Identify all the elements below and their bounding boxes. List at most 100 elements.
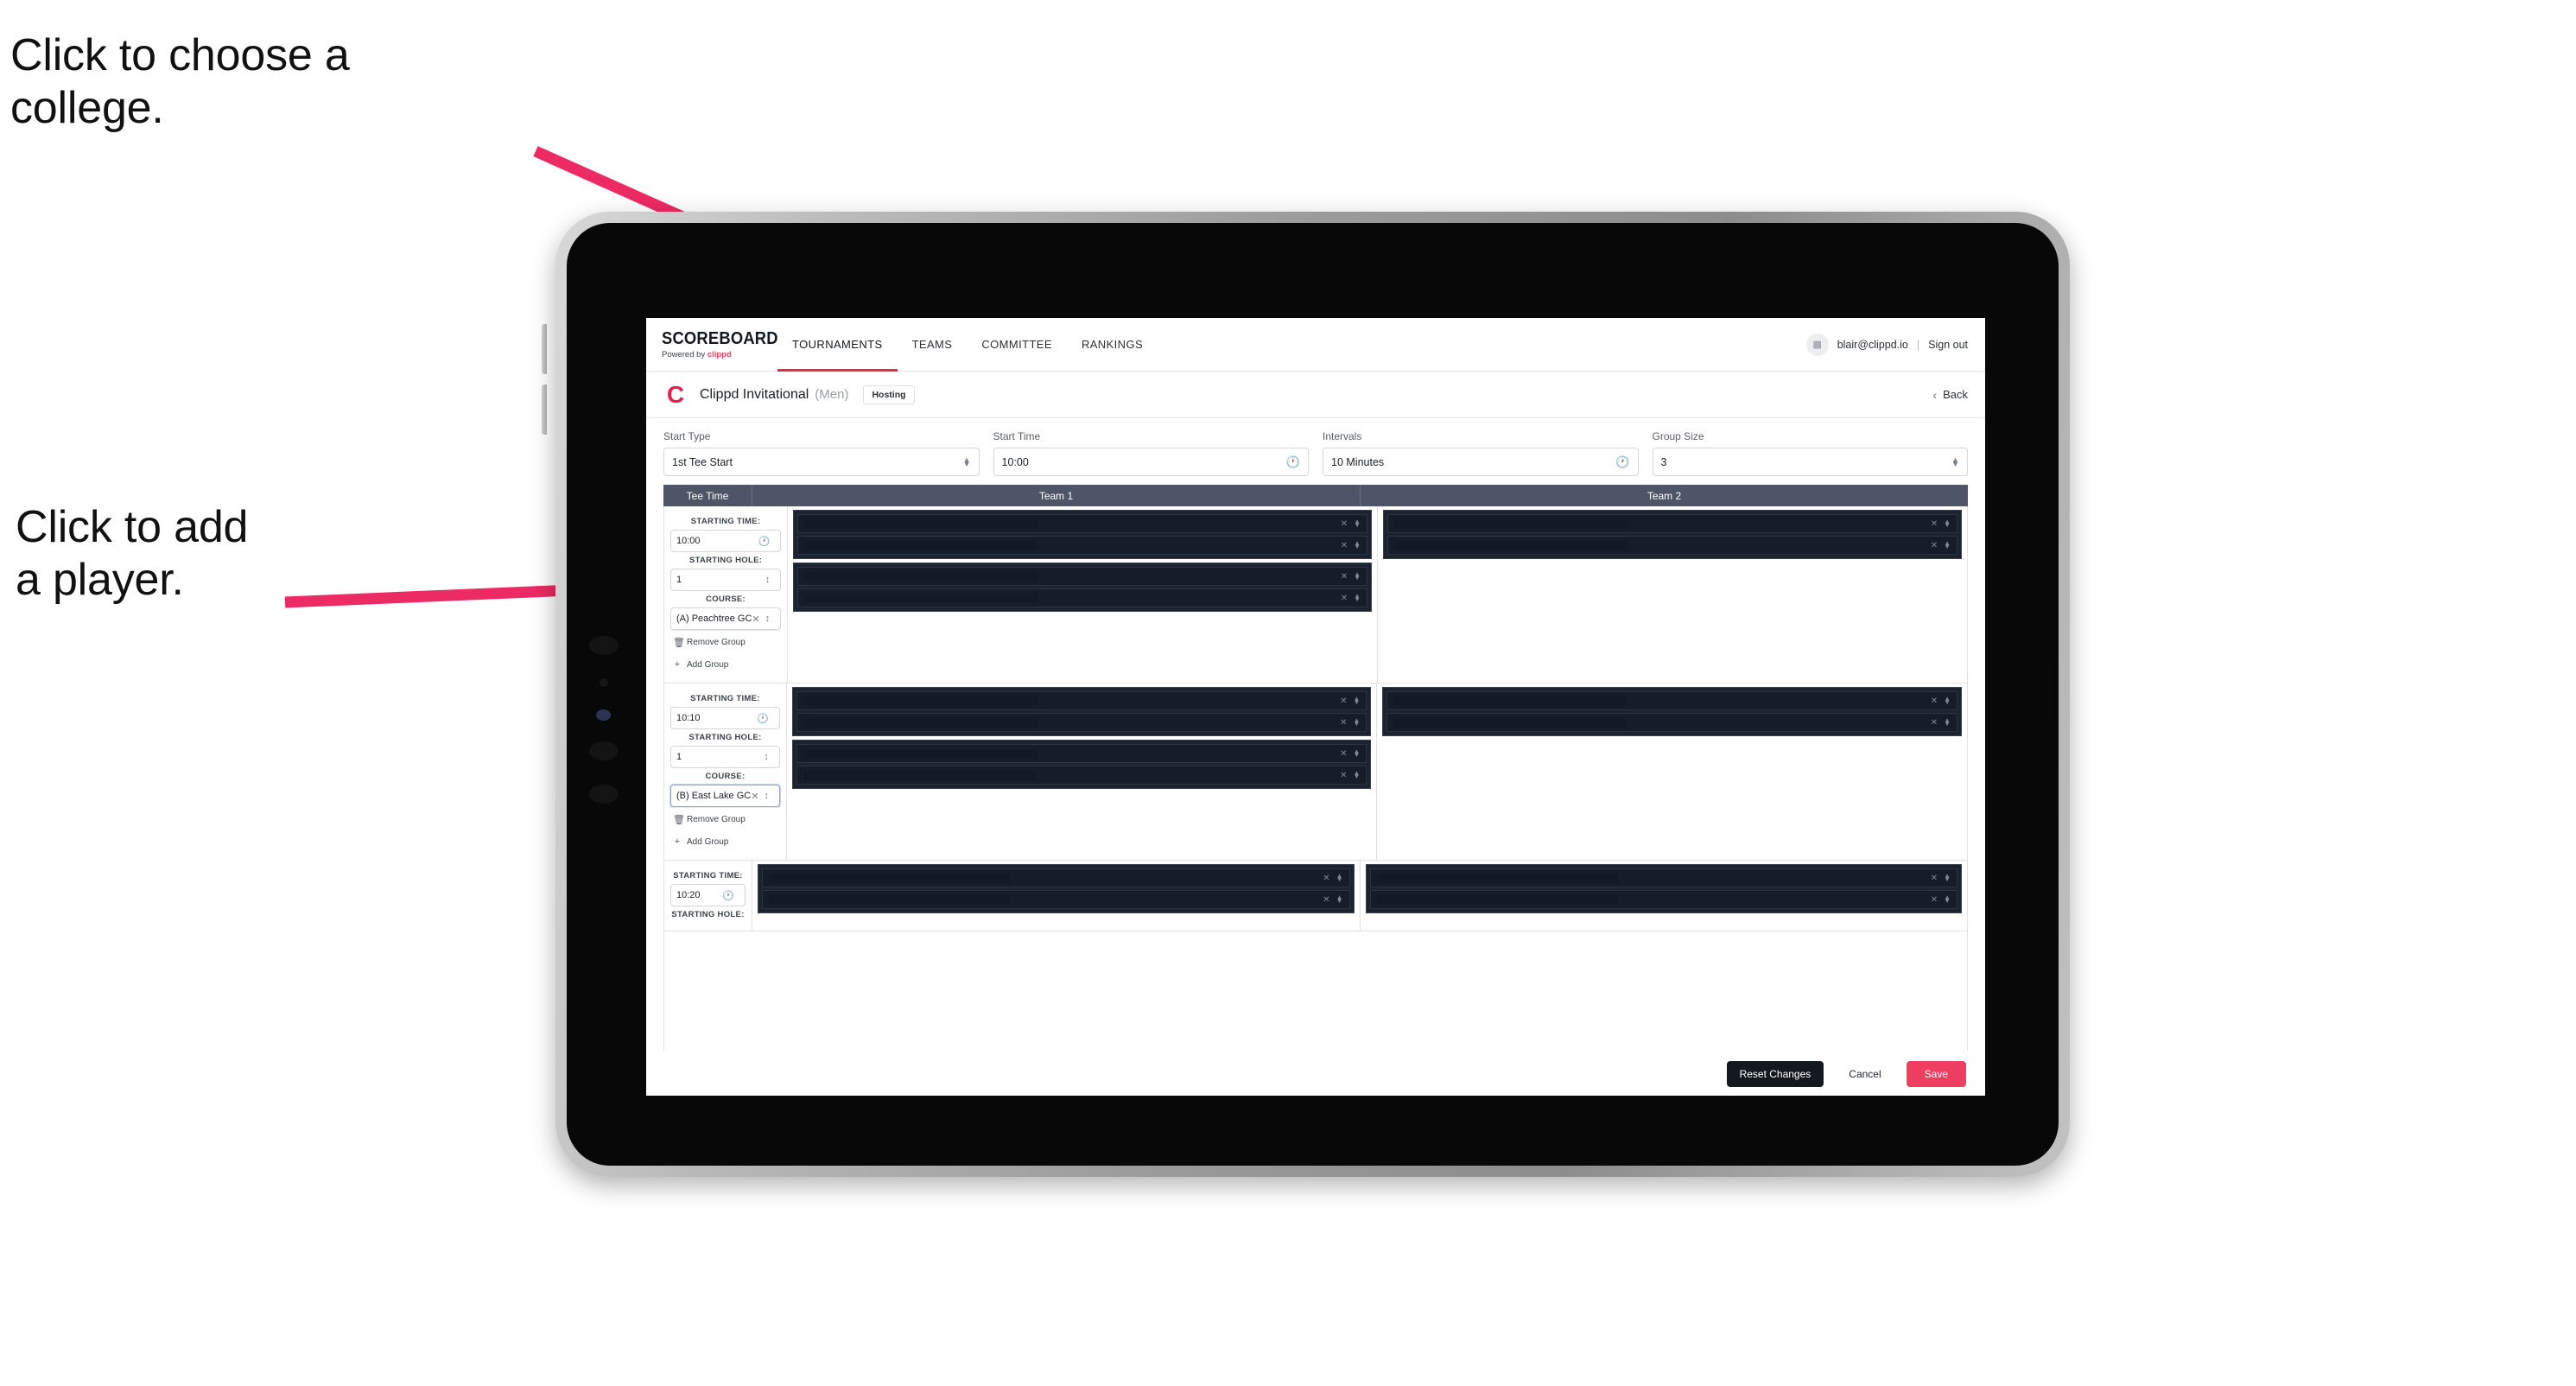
player-slot[interactable]: ✕ ▲ ▼ xyxy=(1387,536,1958,555)
starting-time-input[interactable]: 10:10 🕐 xyxy=(670,707,780,729)
volume-down-button[interactable] xyxy=(542,385,547,435)
start-time-input[interactable]: 10:00 🕐 xyxy=(993,448,1309,476)
stepper-icon[interactable]: ▲ ▼ xyxy=(963,455,971,467)
stepper-icon[interactable]: ▲ ▼ xyxy=(1354,696,1361,706)
nav-item-tournaments[interactable]: TOURNAMENTS xyxy=(777,318,898,372)
starting-time-input[interactable]: 10:00 🕐 xyxy=(670,530,782,552)
player-slot[interactable]: ✕ ▲ ▼ xyxy=(762,890,1350,909)
course-select[interactable]: (A) Peachtree GC ✕ ↕ xyxy=(670,607,782,630)
clock-icon[interactable]: 🕐 xyxy=(757,713,769,724)
player-slot[interactable]: ✕ ▲ ▼ xyxy=(797,588,1368,607)
player-slot[interactable]: ✕ ▲ ▼ xyxy=(797,567,1368,586)
stepper-icon[interactable]: ▲ ▼ xyxy=(1944,894,1951,905)
nav-item-committee[interactable]: COMMITTEE xyxy=(967,318,1067,371)
stepper-icon[interactable]: ▲ ▼ xyxy=(1354,770,1361,780)
avatar[interactable]: ▩ xyxy=(1805,333,1829,356)
group-size-stepper[interactable]: 3 ▲ ▼ xyxy=(1652,448,1968,476)
player-slot[interactable]: ✕ ▲ ▼ xyxy=(1386,713,1958,732)
close-x-icon[interactable]: ✕ xyxy=(1931,895,1938,905)
intervals-input[interactable]: 10 Minutes 🕐 xyxy=(1323,448,1639,476)
back-button[interactable]: ‹ Back xyxy=(1932,388,1968,402)
close-x-icon[interactable]: ✕ xyxy=(1323,874,1329,883)
cancel-button[interactable]: Cancel xyxy=(1836,1060,1894,1087)
brand-wordmark: SCOREBOARD xyxy=(662,328,778,348)
add-group-button[interactable]: + Add Group xyxy=(670,830,780,852)
scoreboard-logo[interactable]: SCOREBOARD Powered by clippd xyxy=(646,318,778,371)
close-x-icon[interactable]: ✕ xyxy=(751,791,758,802)
player-slot[interactable]: ✕ ▲ ▼ xyxy=(796,691,1367,710)
starting-hole-value: 1 xyxy=(676,575,682,585)
stepper-icon[interactable]: ▲ ▼ xyxy=(1354,571,1361,582)
stepper-icon[interactable]: ↕ xyxy=(764,791,769,801)
stepper-icon[interactable]: ▲ ▼ xyxy=(1354,593,1361,603)
close-x-icon[interactable]: ✕ xyxy=(1341,519,1348,529)
volume-up-button[interactable] xyxy=(542,324,547,374)
sign-out-link[interactable]: Sign out xyxy=(1928,339,1968,351)
reset-changes-button[interactable]: Reset Changes xyxy=(1726,1060,1824,1087)
start-type-select[interactable]: 1st Tee Start ▲ ▼ xyxy=(663,448,980,476)
close-x-icon[interactable]: ✕ xyxy=(1931,696,1938,706)
clock-icon[interactable]: 🕐 xyxy=(722,890,734,901)
player-slot[interactable]: ✕ ▲ ▼ xyxy=(1369,890,1957,909)
player-slot[interactable]: ✕ ▲ ▼ xyxy=(797,514,1368,533)
brand-tagline-accent: clippd xyxy=(707,349,732,359)
close-x-icon[interactable]: ✕ xyxy=(752,614,759,625)
starting-time-input[interactable]: 10:20 🕐 xyxy=(670,884,746,906)
close-x-icon[interactable]: ✕ xyxy=(1340,749,1347,759)
stepper-icon[interactable]: ▲ ▼ xyxy=(1336,894,1343,905)
player-slot[interactable]: ✕ ▲ ▼ xyxy=(797,536,1368,555)
table-row: STARTING TIME: 10:10 🕐 STARTING HOLE: 1 ↕ COUR… xyxy=(664,683,1967,861)
clock-icon[interactable]: 🕐 xyxy=(1286,455,1300,469)
remove-group-button[interactable]: 🗑 Remove Group xyxy=(670,807,780,830)
stepper-icon[interactable]: ▲ ▼ xyxy=(1944,518,1951,529)
player-slot[interactable]: ✕ ▲ ▼ xyxy=(1387,514,1958,533)
save-button[interactable]: Save xyxy=(1906,1060,1966,1087)
player-slot[interactable]: ✕ ▲ ▼ xyxy=(796,744,1367,763)
player-group: ✕ ▲ ▼ ✕ ▲ ▼ xyxy=(1382,687,1963,736)
close-x-icon[interactable]: ✕ xyxy=(1931,718,1938,728)
stepper-icon[interactable]: ▲ ▼ xyxy=(1354,540,1361,550)
stepper-icon[interactable]: ▲ ▼ xyxy=(1354,717,1361,728)
close-x-icon[interactable]: ✕ xyxy=(1341,541,1348,550)
close-x-icon[interactable]: ✕ xyxy=(1931,541,1938,550)
stepper-icon[interactable]: ▲ ▼ xyxy=(1354,518,1361,529)
player-slot[interactable]: ✕ ▲ ▼ xyxy=(1386,691,1958,710)
close-x-icon[interactable]: ✕ xyxy=(1341,594,1348,603)
clock-icon[interactable]: 🕐 xyxy=(758,536,770,547)
add-group-button[interactable]: + Add Group xyxy=(670,653,781,675)
plus-icon: + xyxy=(674,659,681,670)
starting-hole-input[interactable]: 1 ↕ xyxy=(670,746,780,768)
close-x-icon[interactable]: ✕ xyxy=(1340,696,1347,706)
stepper-icon[interactable]: ▲ ▼ xyxy=(1944,717,1951,728)
stepper-icon[interactable]: ▲ ▼ xyxy=(1951,455,1959,467)
remove-group-button[interactable]: 🗑 Remove Group xyxy=(670,630,782,653)
stepper-icon[interactable]: ▲ ▼ xyxy=(1944,873,1951,883)
close-x-icon[interactable]: ✕ xyxy=(1341,572,1348,582)
course-select[interactable]: (B) East Lake GC ✕ ↕ xyxy=(670,785,780,807)
close-x-icon[interactable]: ✕ xyxy=(1931,874,1938,883)
stepper-icon[interactable]: ↕ xyxy=(764,752,769,762)
starting-hole-input[interactable]: 1 ↕ xyxy=(670,569,782,591)
stepper-icon[interactable]: ▲ ▼ xyxy=(1354,748,1361,759)
player-slot[interactable]: ✕ ▲ ▼ xyxy=(1369,868,1957,887)
player-name-masked xyxy=(804,593,1038,603)
stepper-icon[interactable]: ↕ xyxy=(765,575,771,585)
close-x-icon[interactable]: ✕ xyxy=(1340,771,1347,780)
player-slot[interactable]: ✕ ▲ ▼ xyxy=(796,766,1367,785)
stepper-icon[interactable]: ▲ ▼ xyxy=(1944,696,1951,706)
clock-icon[interactable]: 🕐 xyxy=(1615,455,1629,469)
start-type-value: 1st Tee Start xyxy=(672,455,733,468)
clippd-c-logo-icon: C xyxy=(666,380,685,408)
stepper-icon[interactable]: ▲ ▼ xyxy=(1336,873,1343,883)
close-x-icon[interactable]: ✕ xyxy=(1340,718,1347,728)
close-x-icon[interactable]: ✕ xyxy=(1323,895,1329,905)
control-start-type: Start Type 1st Tee Start ▲ ▼ xyxy=(663,430,980,476)
player-name-masked xyxy=(804,518,1038,529)
nav-item-rankings[interactable]: RANKINGS xyxy=(1067,318,1158,371)
player-slot[interactable]: ✕ ▲ ▼ xyxy=(762,868,1350,887)
stepper-icon[interactable]: ▲ ▼ xyxy=(1944,540,1951,550)
close-x-icon[interactable]: ✕ xyxy=(1931,519,1938,529)
stepper-icon[interactable]: ↕ xyxy=(765,614,771,624)
player-slot[interactable]: ✕ ▲ ▼ xyxy=(796,713,1367,732)
nav-item-teams[interactable]: TEAMS xyxy=(898,318,968,371)
